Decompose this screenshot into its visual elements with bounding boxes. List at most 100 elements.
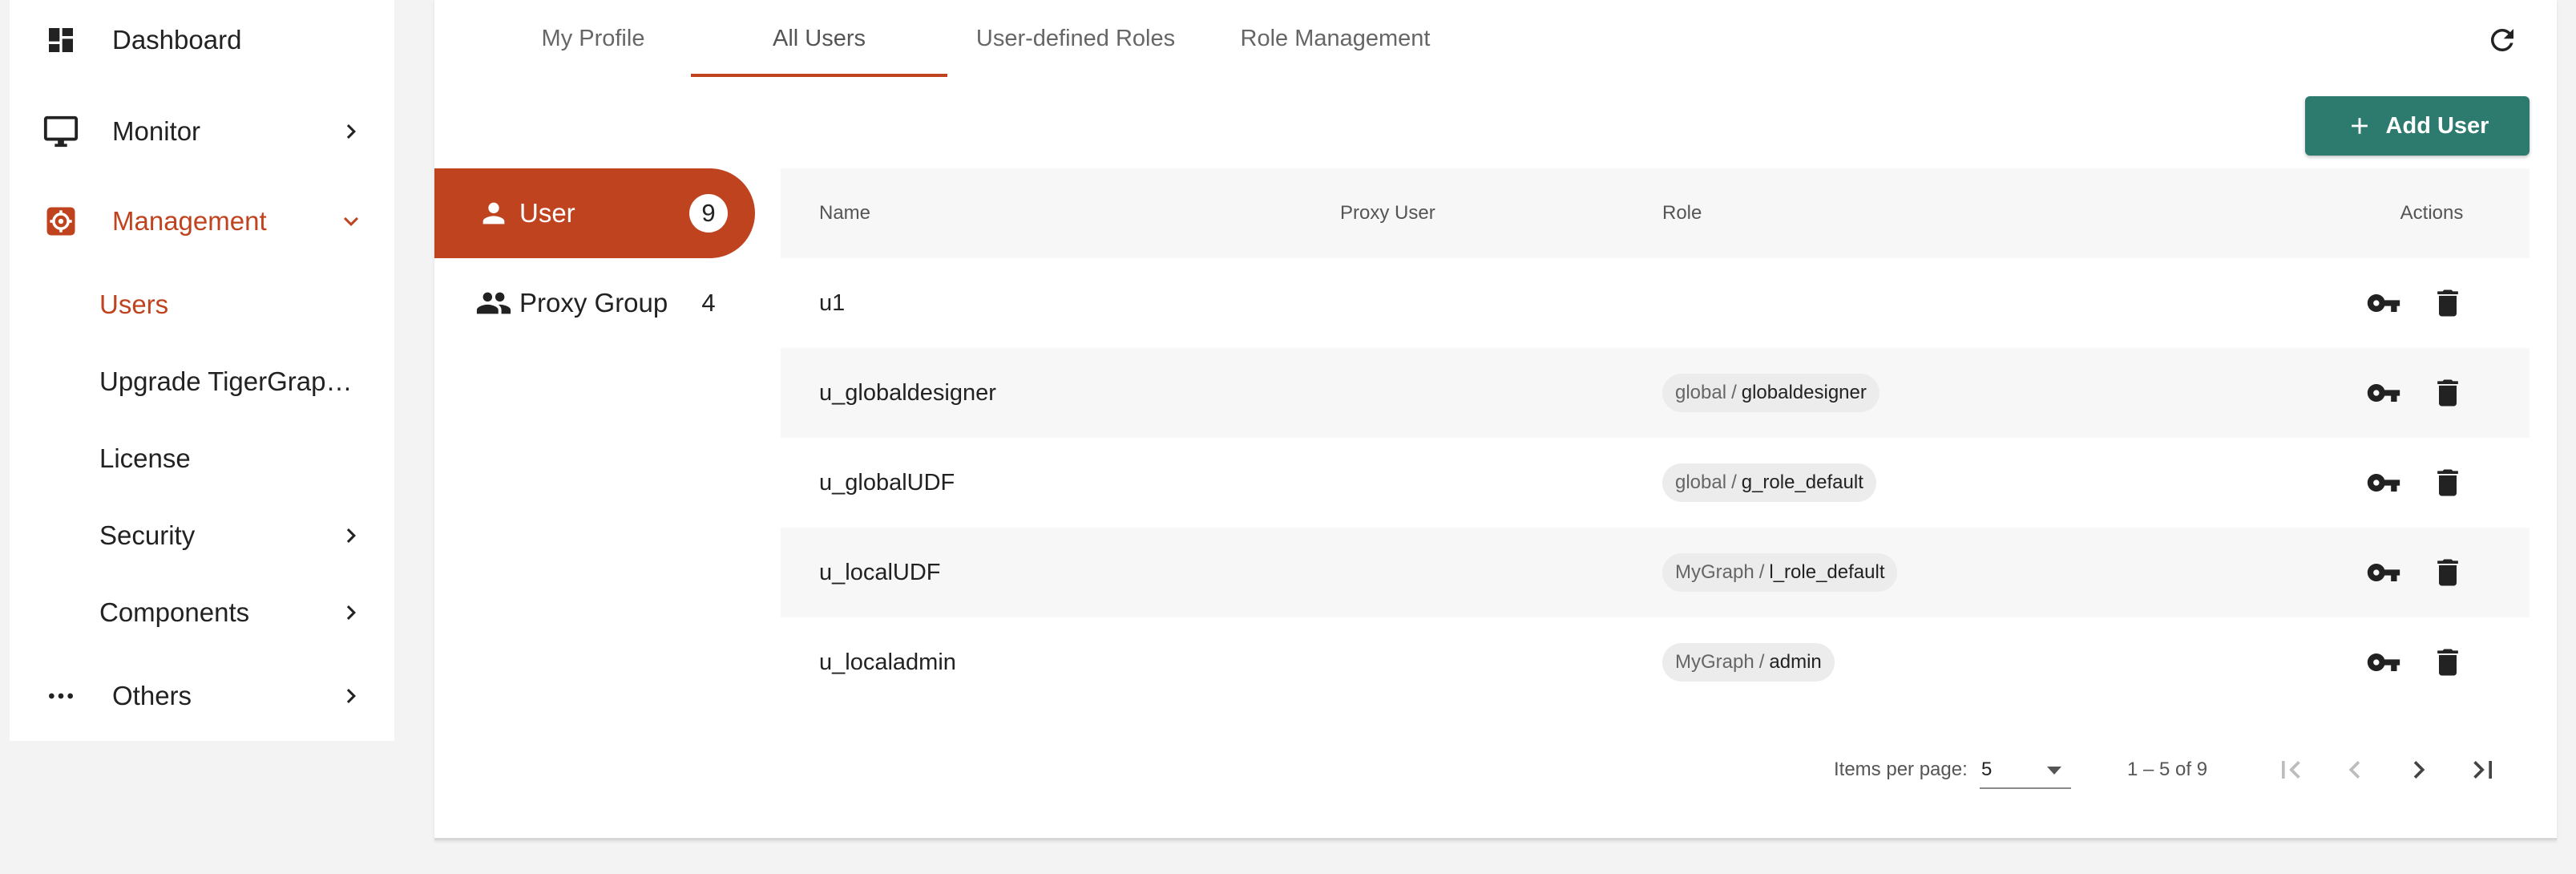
add-user-button[interactable]: Add User <box>2305 96 2530 156</box>
change-password-button[interactable] <box>2364 374 2403 412</box>
delete-user-button[interactable] <box>2429 463 2467 502</box>
sidebar: Dashboard Monitor Management Users Upgra… <box>10 0 394 741</box>
role-separator: / <box>1731 471 1737 493</box>
sidebar-item-upgrade[interactable]: Upgrade TigerGraph … <box>10 343 394 420</box>
tab-user-defined-roles[interactable]: User-defined Roles <box>947 0 1204 77</box>
sidebar-item-label: Components <box>99 597 250 627</box>
category-label: User <box>519 198 575 228</box>
tab-all-users[interactable]: All Users <box>691 0 947 77</box>
settings-gear-icon <box>40 200 82 242</box>
column-header-name[interactable]: Name <box>819 168 870 258</box>
more-horizontal-icon <box>40 675 82 717</box>
category-user[interactable]: User 9 <box>434 168 755 258</box>
category-count-badge: 9 <box>689 194 728 233</box>
user-name-cell: u_localadmin <box>819 649 956 675</box>
sidebar-item-users[interactable]: Users <box>10 266 394 343</box>
table-row: u_localadmin MyGraph / admin <box>781 617 2530 707</box>
change-password-button[interactable] <box>2364 643 2403 682</box>
delete-user-button[interactable] <box>2429 643 2467 682</box>
chevron-right-icon <box>2413 761 2425 779</box>
category-proxy-group[interactable]: Proxy Group 4 <box>434 258 755 348</box>
sidebar-item-license[interactable]: License <box>10 420 394 497</box>
role-chip: MyGraph / l_role_default <box>1662 553 1898 592</box>
role-cell: global / globaldesigner <box>1662 348 1880 438</box>
change-password-button[interactable] <box>2364 463 2403 502</box>
column-header-proxy-user: Proxy User <box>1340 202 1435 224</box>
role-graph: global <box>1675 471 1727 493</box>
chevron-right-icon <box>333 518 369 553</box>
delete-user-button[interactable] <box>2429 284 2467 322</box>
column-header-actions: Actions <box>2400 202 2464 224</box>
role-graph: MyGraph <box>1675 651 1754 673</box>
trash-icon <box>2437 649 2458 676</box>
delete-user-button[interactable] <box>2429 374 2467 412</box>
chevron-right-icon <box>333 114 369 149</box>
chevron-left-icon <box>2348 761 2360 779</box>
nav-item-dashboard[interactable]: Dashboard <box>10 2 394 79</box>
role-graph: global <box>1675 382 1727 403</box>
key-icon <box>2367 653 2400 671</box>
column-header-role: Role <box>1662 202 1702 224</box>
table-row: u1 <box>781 258 2530 348</box>
last-page-icon <box>2473 761 2492 779</box>
role-chip: global / globaldesigner <box>1662 374 1880 412</box>
tab-role-management[interactable]: Role Management <box>1207 0 1464 77</box>
first-page-icon <box>2282 761 2300 779</box>
users-table: Name Proxy User Role Actions u1 u_global… <box>781 168 2530 707</box>
row-actions <box>2364 528 2467 617</box>
tab-bar: My Profile All Users User-defined Roles … <box>434 0 1557 77</box>
first-page-button[interactable] <box>2270 749 2312 791</box>
change-password-button[interactable] <box>2364 284 2403 322</box>
user-name-cell: u_globaldesigner <box>819 379 996 406</box>
row-actions <box>2364 438 2467 528</box>
change-password-button[interactable] <box>2364 553 2403 592</box>
category-count-badge: 4 <box>701 289 716 317</box>
trash-icon <box>2437 559 2458 586</box>
last-page-button[interactable] <box>2462 749 2504 791</box>
next-page-button[interactable] <box>2398 749 2440 791</box>
dashboard-icon <box>40 19 82 61</box>
role-cell: MyGraph / l_role_default <box>1662 528 1898 617</box>
row-actions <box>2364 258 2467 348</box>
previous-page-button[interactable] <box>2334 749 2376 791</box>
nav-label-monitor: Monitor <box>112 116 201 146</box>
chevron-right-icon <box>333 595 369 630</box>
nav-item-others[interactable]: Others <box>10 658 394 734</box>
key-icon <box>2367 384 2400 402</box>
person-icon <box>474 194 513 233</box>
sidebar-item-security[interactable]: Security <box>10 497 394 574</box>
table-row: u_globalUDF global / g_role_default <box>781 438 2530 528</box>
delete-user-button[interactable] <box>2429 553 2467 592</box>
role-separator: / <box>1758 651 1765 673</box>
paginator: Items per page: 5 1 – 5 of 9 <box>434 738 2557 802</box>
role-name: g_role_default <box>1741 471 1863 493</box>
items-per-page-value: 5 <box>1981 759 1993 780</box>
row-actions <box>2364 617 2467 707</box>
sidebar-item-components[interactable]: Components <box>10 574 394 651</box>
dropdown-arrow-icon <box>2045 765 2063 780</box>
row-actions <box>2364 348 2467 438</box>
trash-icon <box>2437 469 2458 496</box>
sidebar-item-label: Security <box>99 520 196 550</box>
plus-icon <box>2346 112 2373 140</box>
items-per-page-label: Items per page: <box>1834 759 1968 780</box>
monitor-icon <box>40 111 82 152</box>
role-separator: / <box>1731 382 1737 403</box>
nav-item-management[interactable]: Management <box>10 183 394 260</box>
items-per-page-select[interactable]: 5 <box>1980 752 2071 789</box>
trash-icon <box>2437 379 2458 407</box>
role-graph: MyGraph <box>1675 561 1754 583</box>
sidebar-item-label: Users <box>99 289 169 319</box>
nav-label-dashboard: Dashboard <box>112 25 242 55</box>
nav-item-monitor[interactable]: Monitor <box>10 93 394 170</box>
page-range-label: 1 – 5 of 9 <box>2127 759 2208 780</box>
chevron-down-icon <box>333 204 369 239</box>
key-icon <box>2367 294 2400 312</box>
nav-label-others: Others <box>112 681 192 710</box>
refresh-button[interactable] <box>2483 21 2521 59</box>
tab-my-profile[interactable]: My Profile <box>465 0 721 77</box>
trash-icon <box>2437 289 2458 317</box>
key-icon <box>2367 564 2400 581</box>
role-name: globaldesigner <box>1741 382 1867 403</box>
key-icon <box>2367 474 2400 492</box>
